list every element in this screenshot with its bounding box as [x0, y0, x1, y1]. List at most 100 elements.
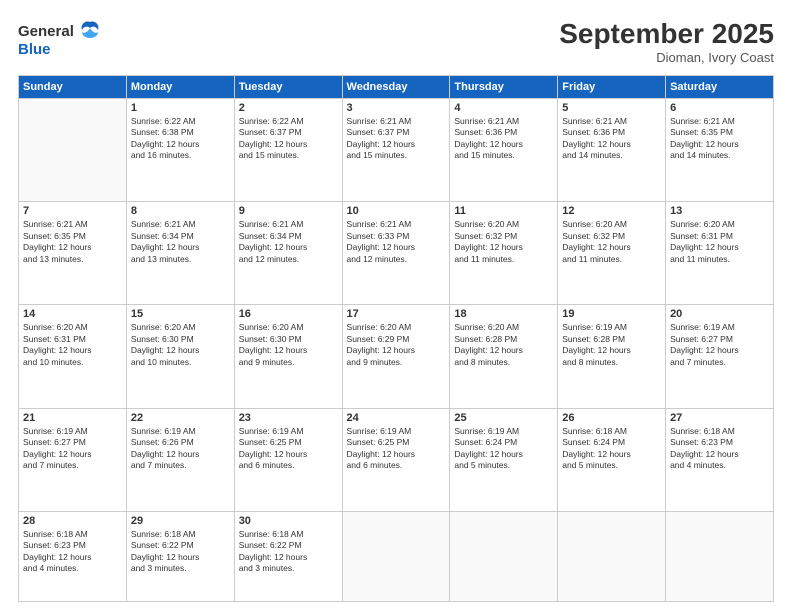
day-number: 9 — [239, 205, 338, 217]
day-number: 6 — [670, 102, 769, 114]
day-number: 25 — [454, 412, 553, 424]
day-cell: 8Sunrise: 6:21 AMSunset: 6:34 PMDaylight… — [126, 202, 234, 305]
day-number: 7 — [23, 205, 122, 217]
day-info: Sunrise: 6:21 AMSunset: 6:35 PMDaylight:… — [23, 219, 122, 265]
day-info: Sunrise: 6:22 AMSunset: 6:38 PMDaylight:… — [131, 116, 230, 162]
day-info: Sunrise: 6:18 AMSunset: 6:23 PMDaylight:… — [670, 426, 769, 472]
day-cell: 22 Sunrise: 6:19 AMSunset: 6:26 PMDayligh… — [126, 408, 234, 511]
calendar-table: SundayMondayTuesdayWednesdayThursdayFrid… — [18, 75, 774, 602]
day-cell: 12 Sunrise: 6:20 AMSunset: 6:32 PMDayligh… — [558, 202, 666, 305]
logo-bird-icon — [76, 18, 104, 46]
day-number: 11 — [454, 205, 553, 217]
day-number: 15 — [131, 308, 230, 320]
weekday-header-thursday: Thursday — [450, 76, 558, 99]
day-cell: 17 Sunrise: 6:20 AMSunset: 6:29 PMDayligh… — [342, 305, 450, 408]
day-info: Sunrise: 6:21 AMSunset: 6:34 PMDaylight:… — [131, 219, 230, 265]
day-number: 18 — [454, 308, 553, 320]
day-cell: 23 Sunrise: 6:19 AMSunset: 6:25 PMDayligh… — [234, 408, 342, 511]
day-number: 10 — [347, 205, 446, 217]
day-cell: 18Sunrise: 6:20 AMSunset: 6:28 PMDayligh… — [450, 305, 558, 408]
day-number: 24 — [347, 412, 446, 424]
day-cell: 28Sunrise: 6:18 AMSunset: 6:23 PMDayligh… — [19, 511, 127, 601]
week-row-2: 7 Sunrise: 6:21 AMSunset: 6:35 PMDaylight… — [19, 202, 774, 305]
day-number: 2 — [239, 102, 338, 114]
day-cell — [19, 99, 127, 202]
day-cell — [450, 511, 558, 601]
day-cell — [666, 511, 774, 601]
weekday-header-row: SundayMondayTuesdayWednesdayThursdayFrid… — [19, 76, 774, 99]
day-number: 5 — [562, 102, 661, 114]
day-cell: 1 Sunrise: 6:22 AMSunset: 6:38 PMDaylight… — [126, 99, 234, 202]
day-cell: 14 Sunrise: 6:20 AMSunset: 6:31 PMDayligh… — [19, 305, 127, 408]
weekday-header-sunday: Sunday — [19, 76, 127, 99]
day-cell: 13 Sunrise: 6:20 AMSunset: 6:31 PMDayligh… — [666, 202, 774, 305]
day-number: 23 — [239, 412, 338, 424]
month-title: September 2025 — [559, 18, 774, 50]
day-cell: 20 Sunrise: 6:19 AMSunset: 6:27 PMDayligh… — [666, 305, 774, 408]
day-cell: 29 Sunrise: 6:18 AMSunset: 6:22 PMDayligh… — [126, 511, 234, 601]
header: General Blue September 2025 Dioman, Ivor… — [18, 18, 774, 65]
day-info: Sunrise: 6:21 AMSunset: 6:33 PMDaylight:… — [347, 219, 446, 265]
day-info: Sunrise: 6:20 AMSunset: 6:31 PMDaylight:… — [670, 219, 769, 265]
day-info: Sunrise: 6:19 AMSunset: 6:26 PMDaylight:… — [131, 426, 230, 472]
day-number: 19 — [562, 308, 661, 320]
day-info: Sunrise: 6:19 AMSunset: 6:27 PMDaylight:… — [670, 322, 769, 368]
day-info: Sunrise: 6:18 AMSunset: 6:24 PMDaylight:… — [562, 426, 661, 472]
day-info: Sunrise: 6:20 AMSunset: 6:31 PMDaylight:… — [23, 322, 122, 368]
day-info: Sunrise: 6:21 AMSunset: 6:35 PMDaylight:… — [670, 116, 769, 162]
week-row-4: 21 Sunrise: 6:19 AMSunset: 6:27 PMDayligh… — [19, 408, 774, 511]
day-cell: 27 Sunrise: 6:18 AMSunset: 6:23 PMDayligh… — [666, 408, 774, 511]
day-cell: 15Sunrise: 6:20 AMSunset: 6:30 PMDayligh… — [126, 305, 234, 408]
day-cell: 25Sunrise: 6:19 AMSunset: 6:24 PMDayligh… — [450, 408, 558, 511]
location: Dioman, Ivory Coast — [559, 50, 774, 65]
day-cell — [558, 511, 666, 601]
day-number: 22 — [131, 412, 230, 424]
day-number: 27 — [670, 412, 769, 424]
day-number: 28 — [23, 515, 122, 527]
day-number: 1 — [131, 102, 230, 114]
day-info: Sunrise: 6:20 AMSunset: 6:30 PMDaylight:… — [239, 322, 338, 368]
day-cell: 10 Sunrise: 6:21 AMSunset: 6:33 PMDayligh… — [342, 202, 450, 305]
weekday-header-saturday: Saturday — [666, 76, 774, 99]
day-cell: 21 Sunrise: 6:19 AMSunset: 6:27 PMDayligh… — [19, 408, 127, 511]
day-cell: 7 Sunrise: 6:21 AMSunset: 6:35 PMDaylight… — [19, 202, 127, 305]
day-info: Sunrise: 6:19 AMSunset: 6:25 PMDaylight:… — [347, 426, 446, 472]
logo-blue: Blue — [18, 42, 51, 59]
day-cell: 26Sunrise: 6:18 AMSunset: 6:24 PMDayligh… — [558, 408, 666, 511]
day-cell: 3Sunrise: 6:21 AMSunset: 6:37 PMDaylight… — [342, 99, 450, 202]
day-info: Sunrise: 6:21 AMSunset: 6:36 PMDaylight:… — [454, 116, 553, 162]
day-info: Sunrise: 6:21 AMSunset: 6:37 PMDaylight:… — [347, 116, 446, 162]
day-info: Sunrise: 6:20 AMSunset: 6:32 PMDaylight:… — [454, 219, 553, 265]
week-row-5: 28Sunrise: 6:18 AMSunset: 6:23 PMDayligh… — [19, 511, 774, 601]
day-info: Sunrise: 6:19 AMSunset: 6:27 PMDaylight:… — [23, 426, 122, 472]
weekday-header-monday: Monday — [126, 76, 234, 99]
day-number: 14 — [23, 308, 122, 320]
day-number: 29 — [131, 515, 230, 527]
day-number: 17 — [347, 308, 446, 320]
day-cell: 9Sunrise: 6:21 AMSunset: 6:34 PMDaylight… — [234, 202, 342, 305]
weekday-header-wednesday: Wednesday — [342, 76, 450, 99]
day-cell: 30 Sunrise: 6:18 AMSunset: 6:22 PMDayligh… — [234, 511, 342, 601]
day-number: 21 — [23, 412, 122, 424]
title-block: September 2025 Dioman, Ivory Coast — [559, 18, 774, 65]
weekday-header-friday: Friday — [558, 76, 666, 99]
logo: General Blue — [18, 18, 104, 59]
day-info: Sunrise: 6:18 AMSunset: 6:22 PMDaylight:… — [131, 529, 230, 575]
week-row-1: 1 Sunrise: 6:22 AMSunset: 6:38 PMDaylight… — [19, 99, 774, 202]
day-cell: 4 Sunrise: 6:21 AMSunset: 6:36 PMDaylight… — [450, 99, 558, 202]
day-cell: 19Sunrise: 6:19 AMSunset: 6:28 PMDayligh… — [558, 305, 666, 408]
day-number: 20 — [670, 308, 769, 320]
day-info: Sunrise: 6:20 AMSunset: 6:29 PMDaylight:… — [347, 322, 446, 368]
day-number: 12 — [562, 205, 661, 217]
day-cell: 24 Sunrise: 6:19 AMSunset: 6:25 PMDayligh… — [342, 408, 450, 511]
week-row-3: 14 Sunrise: 6:20 AMSunset: 6:31 PMDayligh… — [19, 305, 774, 408]
day-number: 13 — [670, 205, 769, 217]
day-cell: 5Sunrise: 6:21 AMSunset: 6:36 PMDaylight… — [558, 99, 666, 202]
day-number: 30 — [239, 515, 338, 527]
day-info: Sunrise: 6:18 AMSunset: 6:22 PMDaylight:… — [239, 529, 338, 575]
weekday-header-tuesday: Tuesday — [234, 76, 342, 99]
day-number: 4 — [454, 102, 553, 114]
day-cell: 6 Sunrise: 6:21 AMSunset: 6:35 PMDaylight… — [666, 99, 774, 202]
day-info: Sunrise: 6:19 AMSunset: 6:25 PMDaylight:… — [239, 426, 338, 472]
day-info: Sunrise: 6:20 AMSunset: 6:32 PMDaylight:… — [562, 219, 661, 265]
